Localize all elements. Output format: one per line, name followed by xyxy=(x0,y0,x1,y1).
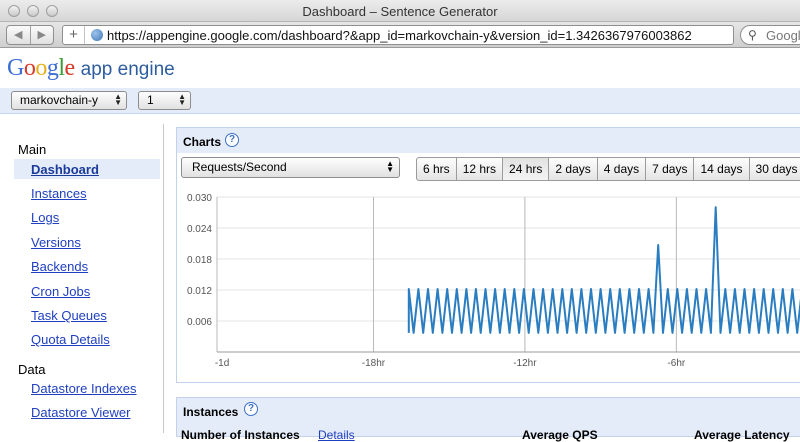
chart-metric-value: Requests/Second xyxy=(192,160,287,174)
logo-letter: e xyxy=(64,55,76,81)
sidebar-item-datastore-indexes[interactable]: Datastore Indexes xyxy=(31,381,137,396)
app-id-value: markovchain-y xyxy=(20,93,99,107)
x-tick-label: -6hr xyxy=(667,358,685,369)
y-tick-label: 0.018 xyxy=(187,255,212,266)
app-engine-logo[interactable]: Google app engine xyxy=(7,55,175,81)
x-tick-label: -18hr xyxy=(362,358,386,369)
instances-help-icon[interactable]: ? xyxy=(244,402,258,416)
range-6-hrs[interactable]: 6 hrs xyxy=(416,157,457,181)
instances-panel: Instances ? Number of Instances Details … xyxy=(176,397,800,442)
search-field[interactable]: ⚲ Google xyxy=(740,25,800,45)
range-2-days[interactable]: 2 days xyxy=(549,157,598,181)
requests-per-second-chart: 0.030 0.024 0.018 0.012 0.006 -1d -18hr -12hr -6… xyxy=(187,193,800,369)
range-14-days[interactable]: 14 days xyxy=(694,157,750,181)
app-engine-wordmark: app engine xyxy=(80,59,175,80)
window-titlebar: Dashboard – Sentence Generator xyxy=(0,0,800,22)
search-placeholder: Google xyxy=(766,28,800,43)
version-select[interactable]: 1 ▲ ▼ xyxy=(138,91,191,110)
sidebar-item-backends[interactable]: Backends xyxy=(31,259,88,274)
logo-letter: o xyxy=(23,55,36,81)
charts-title: Charts xyxy=(183,135,222,149)
back-button[interactable]: ◀ xyxy=(7,26,30,44)
window-title: Dashboard – Sentence Generator xyxy=(302,4,498,19)
sidebar-item-cron-jobs[interactable]: Cron Jobs xyxy=(31,284,90,299)
sidebar-item-logs[interactable]: Logs xyxy=(31,210,59,225)
charts-help-icon[interactable]: ? xyxy=(225,133,239,147)
select-arrows-icon: ▲ ▼ xyxy=(386,159,394,174)
browser-toolbar: ◀ ▶ + https://appengine.google.com/dashb… xyxy=(0,22,800,48)
range-4-days[interactable]: 4 days xyxy=(597,157,647,181)
sidebar-heading-data: Data xyxy=(18,362,46,377)
x-tick-label: -1d xyxy=(215,358,229,369)
y-tick-label: 0.024 xyxy=(187,224,212,235)
sidebar-item-task-queues[interactable]: Task Queues xyxy=(31,308,107,323)
add-bookmark-button[interactable]: + xyxy=(63,26,85,44)
app-id-select[interactable]: markovchain-y ▲ ▼ xyxy=(11,91,127,110)
series-line xyxy=(407,206,800,334)
range-7-days[interactable]: 7 days xyxy=(646,157,695,181)
sidebar-divider xyxy=(163,124,164,433)
col-average-latency: Average Latency xyxy=(694,428,790,442)
instances-details-link[interactable]: Details xyxy=(318,428,355,442)
col-average-qps: Average QPS xyxy=(522,428,598,442)
sidebar-item-instances[interactable]: Instances xyxy=(31,186,87,201)
sidebar-item-datastore-viewer[interactable]: Datastore Viewer xyxy=(31,405,130,420)
url-text[interactable]: https://appengine.google.com/dashboard?&… xyxy=(107,28,692,43)
app-selector-bar: markovchain-y ▲ ▼ 1 ▲ ▼ xyxy=(0,88,800,114)
instances-title: Instances xyxy=(183,405,239,419)
version-value: 1 xyxy=(147,93,154,107)
sidebar-item-versions[interactable]: Versions xyxy=(31,235,81,250)
time-range-selector: 6 hrs 12 hrs 24 hrs 2 days 4 days 7 days… xyxy=(416,157,800,181)
select-arrows-icon: ▲ ▼ xyxy=(178,92,186,107)
select-arrows-icon: ▲ ▼ xyxy=(114,92,122,107)
site-icon xyxy=(91,29,103,41)
sidebar-item-quota-details[interactable]: Quota Details xyxy=(31,332,110,347)
col-number-of-instances: Number of Instances xyxy=(181,428,300,442)
x-tick-label: -12hr xyxy=(513,358,537,369)
search-icon: ⚲ xyxy=(748,28,757,42)
charts-panel-header: Charts ? xyxy=(177,128,800,153)
address-bar[interactable]: + https://appengine.google.com/dashboard… xyxy=(62,25,734,45)
sidebar-item-dashboard[interactable]: Dashboard xyxy=(31,162,99,177)
forward-button[interactable]: ▶ xyxy=(29,26,54,44)
sidebar-heading-main: Main xyxy=(18,142,47,157)
logo-letter: G xyxy=(7,55,24,81)
logo-letter: o xyxy=(35,55,47,81)
logo-letter: g xyxy=(46,55,59,81)
range-24-hrs[interactable]: 24 hrs xyxy=(503,157,550,181)
range-12-hrs[interactable]: 12 hrs xyxy=(456,157,504,181)
y-tick-label: 0.012 xyxy=(187,286,212,297)
chart-metric-select[interactable]: Requests/Second ▲ ▼ xyxy=(181,157,400,178)
nav-buttons: ◀ ▶ xyxy=(6,25,54,45)
range-30-days[interactable]: 30 days xyxy=(749,157,800,181)
y-tick-label: 0.006 xyxy=(187,317,212,328)
google-wordmark: Google xyxy=(7,55,75,82)
y-tick-label: 0.030 xyxy=(187,193,212,204)
